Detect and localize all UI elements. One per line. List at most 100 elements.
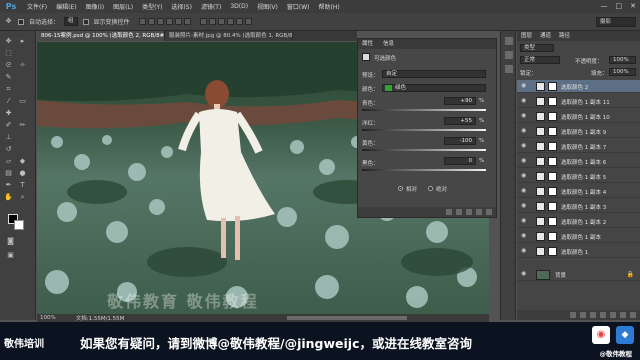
eye-icon[interactable]: ◉ — [521, 128, 527, 134]
magenta-slider[interactable] — [362, 129, 486, 131]
layer-mask-thumbnail[interactable] — [548, 202, 557, 211]
magenta-value-input[interactable]: +55 — [444, 117, 476, 125]
align-left-icon[interactable] — [165, 18, 173, 25]
delete-layer-icon[interactable] — [630, 312, 636, 318]
blur-tool-icon[interactable]: ◆ — [18, 157, 27, 166]
distribute-top-icon[interactable] — [199, 18, 207, 25]
black-value-input[interactable]: 0 — [444, 157, 476, 165]
eraser-tool-icon[interactable]: ▱ — [4, 157, 13, 166]
background-color-swatch[interactable] — [14, 220, 24, 230]
new-layer-icon[interactable] — [620, 312, 626, 318]
lasso-tool-icon[interactable]: ᘓ — [4, 61, 13, 70]
tab-layers[interactable]: 图层 — [521, 31, 532, 41]
eye-icon[interactable]: ◉ — [521, 218, 527, 224]
horizontal-scrollbar[interactable] — [287, 316, 407, 320]
layer-row[interactable]: ◉ 选取颜色 1 副本 2 — [517, 215, 640, 228]
menu-help[interactable]: 帮助(H) — [319, 2, 340, 11]
menu-select[interactable]: 选择(S) — [171, 2, 192, 11]
layer-row[interactable]: ◉ 选取颜色 1 副本 11 — [517, 95, 640, 108]
type-tool-icon[interactable]: T — [18, 181, 27, 190]
eye-icon[interactable]: ◉ — [521, 271, 527, 277]
tab-document-1[interactable]: 806-15案例.psd @ 100% (选取颜色 2, RGB/8#) * — [37, 31, 165, 41]
blend-mode-dropdown[interactable]: 正常 — [520, 56, 560, 64]
move-tool-icon[interactable]: ✥ — [4, 17, 13, 26]
opacity-input[interactable]: 100% — [609, 56, 636, 64]
pen-tool-icon[interactable]: ✒ — [4, 181, 13, 190]
layer-row[interactable]: ◉ 选取颜色 1 — [517, 245, 640, 258]
layer-mask-thumbnail[interactable] — [548, 97, 557, 106]
eye-icon[interactable]: ◉ — [521, 188, 527, 194]
layer-filter-dropdown[interactable]: 类型 — [520, 44, 554, 52]
eye-icon[interactable]: ◉ — [521, 248, 527, 254]
ruler-tool-icon[interactable]: ▭ — [18, 97, 27, 106]
absolute-radio[interactable] — [428, 186, 433, 191]
layer-mask-thumbnail[interactable] — [548, 112, 557, 121]
layer-mask-thumbnail[interactable] — [548, 217, 557, 226]
relative-radio[interactable] — [398, 186, 403, 191]
distribute-center-icon[interactable] — [235, 18, 243, 25]
history-brush-tool-icon[interactable]: ↺ — [4, 145, 13, 154]
layer-row[interactable]: ◉ 选取颜色 1 副本 9 — [517, 125, 640, 138]
eye-icon[interactable]: ◉ — [521, 83, 527, 89]
distribute-left-icon[interactable] — [226, 18, 234, 25]
layer-row[interactable]: ◉ 选取颜色 1 副本 — [517, 230, 640, 243]
close-button[interactable]: ✕ — [630, 2, 636, 10]
screen-mode-icon[interactable]: ▣ — [6, 251, 15, 260]
actions-panel-icon[interactable] — [505, 51, 513, 59]
quick-mask-icon[interactable]: ◙ — [6, 237, 15, 246]
hand-tool-icon[interactable]: ✋ — [4, 193, 13, 202]
move-tool-icon[interactable]: ✥ — [4, 37, 13, 46]
menu-type[interactable]: 类型(Y) — [142, 2, 162, 11]
align-top-icon[interactable] — [138, 18, 146, 25]
menu-file[interactable]: 文件(F) — [27, 2, 47, 11]
black-slider[interactable] — [362, 169, 486, 171]
reset-icon[interactable] — [466, 209, 472, 215]
view-previous-icon[interactable] — [456, 209, 462, 215]
menu-image[interactable]: 图像(I) — [86, 2, 104, 11]
yellow-value-input[interactable]: -100 — [444, 137, 476, 145]
layer-row[interactable]: ◉ 选取颜色 1 副本 7 — [517, 140, 640, 153]
layer-row[interactable]: ◉ 选取颜色 1 副本 4 — [517, 185, 640, 198]
healing-tool-icon[interactable]: ✚ — [4, 109, 13, 118]
eye-icon[interactable]: ◉ — [521, 113, 527, 119]
eye-icon[interactable]: ◉ — [521, 158, 527, 164]
layer-mask-thumbnail[interactable] — [548, 172, 557, 181]
quick-select-tool-icon[interactable]: ✎ — [4, 73, 13, 82]
cyan-value-input[interactable]: +90 — [444, 97, 476, 105]
workspace-dropdown[interactable]: 摄影 — [596, 17, 636, 27]
layer-mask-thumbnail[interactable] — [548, 142, 557, 151]
layer-style-icon[interactable] — [580, 312, 586, 318]
marquee-tool-icon[interactable]: ⬚ — [4, 49, 13, 58]
menu-view[interactable]: 视图(V) — [257, 2, 278, 11]
adjustment-layer-icon[interactable] — [600, 312, 606, 318]
clip-to-layer-icon[interactable] — [446, 209, 452, 215]
tab-document-2[interactable]: 服装照片-素材.jpg @ 80.4% (选取颜色 1, RGB/8#) * — [165, 31, 293, 41]
align-middle-icon[interactable] — [147, 18, 155, 25]
delete-icon[interactable] — [486, 209, 492, 215]
cyan-slider[interactable] — [362, 109, 486, 111]
eye-icon[interactable]: ◉ — [521, 203, 527, 209]
maximize-button[interactable]: □ — [616, 2, 623, 10]
menu-window[interactable]: 窗口(W) — [287, 2, 310, 11]
layer-row[interactable]: ◉ 选取颜色 1 副本 5 — [517, 170, 640, 183]
menu-3d[interactable]: 3D(D) — [230, 3, 248, 10]
link-layers-icon[interactable] — [570, 312, 576, 318]
layer-mask-thumbnail[interactable] — [548, 232, 557, 241]
eye-icon[interactable]: ◉ — [521, 143, 527, 149]
eye-icon[interactable]: ◉ — [521, 98, 527, 104]
layer-row[interactable]: ◉ 选取颜色 2 — [517, 80, 640, 93]
crop-tool-icon[interactable]: ⌗ — [4, 85, 13, 94]
layer-mask-thumbnail[interactable] — [548, 187, 557, 196]
tab-info[interactable]: 信息 — [383, 39, 394, 49]
preset-dropdown[interactable]: 自定 — [382, 70, 486, 78]
layer-row[interactable]: ◉ 选取颜色 1 副本 3 — [517, 200, 640, 213]
distribute-bottom-icon[interactable] — [217, 18, 225, 25]
layer-row[interactable]: ◉ 选取颜色 1 副本 10 — [517, 110, 640, 123]
layer-mask-thumbnail[interactable] — [548, 127, 557, 136]
layer-row[interactable]: ◉ 选取颜色 1 副本 6 — [517, 155, 640, 168]
eyedropper-tool-icon[interactable]: ⁄ — [4, 97, 13, 106]
colors-dropdown[interactable]: 绿色 — [382, 84, 486, 92]
fill-input[interactable]: 100% — [609, 68, 636, 76]
align-bottom-icon[interactable] — [156, 18, 164, 25]
brush-tool-icon[interactable]: ✐ — [4, 121, 13, 130]
